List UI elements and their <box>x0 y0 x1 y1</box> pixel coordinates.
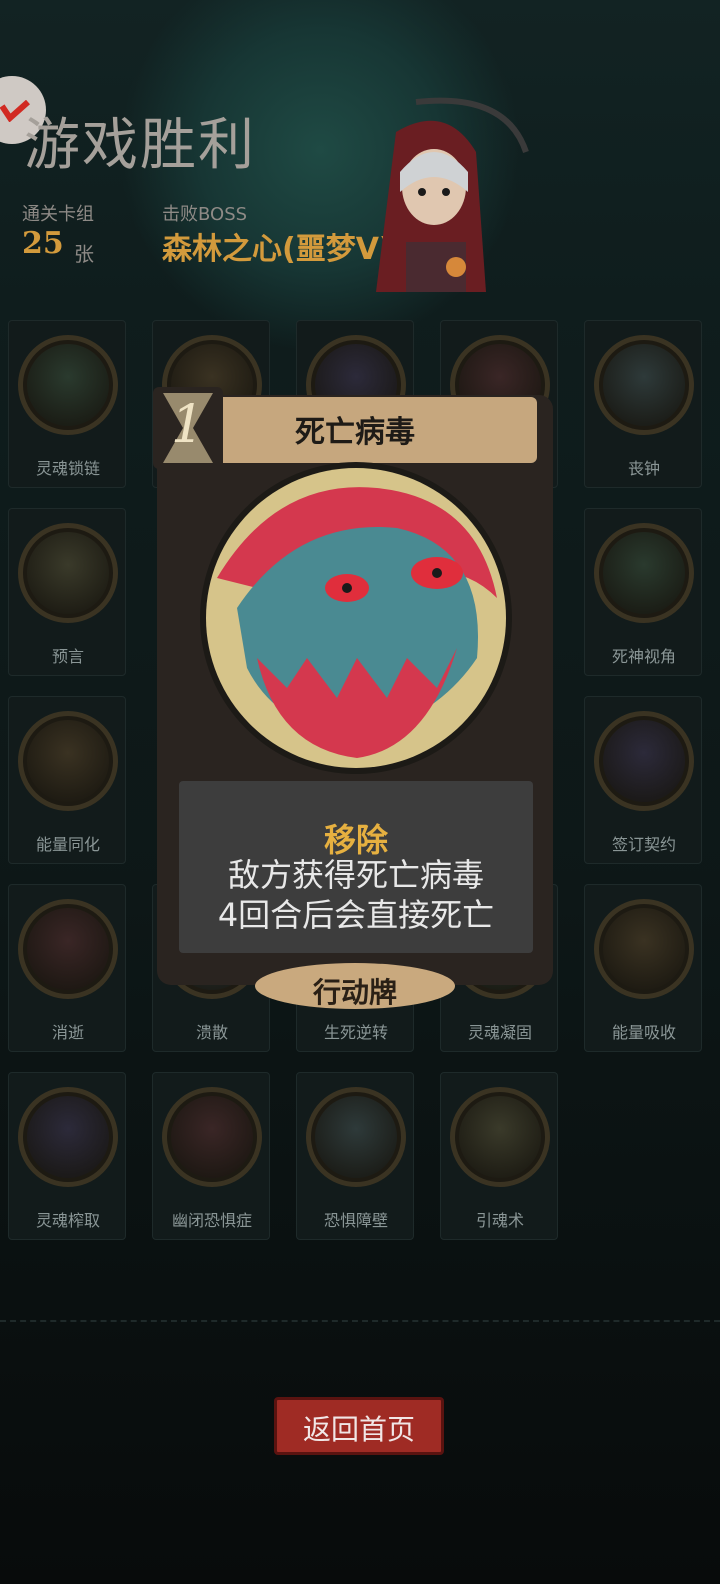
deck-label: 通关卡组 <box>22 204 94 225</box>
card-slot[interactable]: 幽闭恐惧症 <box>152 1072 270 1240</box>
card-slot-label: 消逝 <box>51 1023 84 1042</box>
claustrophobia-icon <box>162 1087 262 1187</box>
card-slot-label: 引魂术 <box>475 1211 524 1230</box>
card-slot-label: 溃散 <box>195 1023 228 1042</box>
card-type: 行动牌 <box>312 976 397 1009</box>
card-slot-label: 恐惧障壁 <box>323 1211 388 1230</box>
card-slot[interactable]: 预言 <box>8 508 126 676</box>
card-description: 敌方获得死亡病毒 4回合后会直接死亡 <box>179 855 533 935</box>
bell-icon <box>594 335 694 435</box>
prophet-icon <box>18 523 118 623</box>
card-description-line1: 敌方获得死亡病毒 <box>227 856 484 894</box>
card-slot[interactable]: 灵魂榨取 <box>8 1072 126 1240</box>
card-slot[interactable]: 消逝 <box>8 884 126 1052</box>
hero-portrait <box>356 92 536 306</box>
absorb-icon <box>594 899 694 999</box>
card-slot[interactable]: 引魂术 <box>440 1072 558 1240</box>
contract-icon <box>594 711 694 811</box>
fear-barrier-icon <box>306 1087 406 1187</box>
chain-icon <box>18 335 118 435</box>
card-slot-label: 预言 <box>51 647 84 666</box>
card-slot-label: 能量同化 <box>35 835 100 854</box>
vanish-icon <box>18 899 118 999</box>
card-slot-label: 丧钟 <box>627 459 660 478</box>
card-slot[interactable]: 恐惧障壁 <box>296 1072 414 1240</box>
deck-count: 25 <box>22 226 64 261</box>
back-home-button[interactable]: 返回首页 <box>274 1397 444 1455</box>
card-slot-label: 灵魂锁链 <box>35 459 100 478</box>
card-slot-label: 幽闭恐惧症 <box>171 1211 252 1230</box>
card-slot[interactable]: 能量同化 <box>8 696 126 864</box>
card-description-line2: 4回合后会直接死亡 <box>217 896 495 934</box>
deck-unit: 张 <box>74 242 94 266</box>
page-title: 游戏胜利 <box>24 113 256 178</box>
card-slot-label: 灵魂榨取 <box>35 1211 100 1230</box>
divider <box>0 1320 720 1322</box>
card-slot-label: 死神视角 <box>611 647 676 666</box>
soul-drain-icon <box>18 1087 118 1187</box>
soul-summon-icon <box>450 1087 550 1187</box>
card-slot[interactable]: 签订契约 <box>584 696 702 864</box>
card-name: 死亡病毒 <box>295 415 415 450</box>
death-virus-art <box>197 458 515 778</box>
card-slot-label: 签订契约 <box>611 835 676 854</box>
card-slot[interactable]: 丧钟 <box>584 320 702 488</box>
card-detail[interactable]: 1 死亡病毒 移除 敌方获得死亡病毒 4回合后会直接死亡 行动牌 <box>145 383 565 1013</box>
card-slot[interactable]: 灵魂锁链 <box>8 320 126 488</box>
energy-icon <box>18 711 118 811</box>
card-slot[interactable]: 死神视角 <box>584 508 702 676</box>
card-slot[interactable]: 能量吸收 <box>584 884 702 1052</box>
back-home-label: 返回首页 <box>302 1413 415 1446</box>
card-slot-label: 灵魂凝固 <box>467 1023 532 1042</box>
reaper-eye-icon <box>594 523 694 623</box>
card-slot-label: 能量吸收 <box>611 1023 676 1042</box>
boss-label: 击败BOSS <box>162 204 248 225</box>
card-slot-label: 生死逆转 <box>323 1023 388 1042</box>
result-header: 游戏胜利 通关卡组 25 张 击败BOSS 森林之心(噩梦V) <box>0 0 720 300</box>
